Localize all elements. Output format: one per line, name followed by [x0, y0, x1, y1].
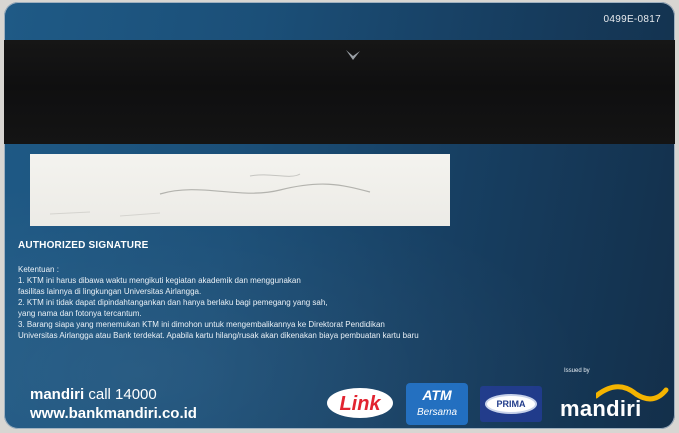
terms-line: 2. KTM ini tidak dapat dipindahtangankan… — [18, 298, 328, 307]
signature-panel — [30, 154, 450, 226]
atm-logo-top: ATM — [422, 387, 452, 403]
bank-call: call 14000 — [88, 386, 157, 403]
terms-line: Universitas Airlangga atau Bank terdekat… — [18, 331, 419, 340]
bank-call-line: mandiri call 14000 — [30, 386, 197, 403]
atm-logo-bottom: Bersama — [416, 407, 457, 418]
mandiri-logo-text: mandiri — [560, 396, 642, 421]
prima-network-logo: PRIMA — [480, 386, 542, 422]
bank-url: www.bankmandiri.co.id — [30, 405, 197, 422]
card-code: 0499E-0817 — [603, 14, 661, 25]
bank-contact: mandiri call 14000 www.bankmandiri.co.id — [30, 386, 197, 422]
prima-logo-text: PRIMA — [485, 394, 537, 414]
atm-bersama-logo: ATM Bersama — [406, 383, 468, 425]
terms-line: 3. Barang siapa yang menemukan KTM ini d… — [18, 320, 385, 329]
arrow-mark-icon — [346, 50, 360, 60]
terms-line: yang nama dan fotonya tercantum. — [18, 309, 142, 318]
authorized-signature-label: AUTHORIZED SIGNATURE — [18, 240, 149, 251]
terms-line: fasilitas lainnya di lingkungan Universi… — [18, 287, 202, 296]
link-logo-text: Link — [339, 393, 381, 415]
magnetic-stripe — [4, 40, 675, 144]
issued-by-label: Issued by — [564, 368, 590, 374]
link-network-logo: Link — [327, 388, 393, 418]
signature-scribble — [49, 173, 371, 217]
terms-block: Ketentuan : 1. KTM ini harus dibawa wakt… — [18, 264, 588, 341]
mandiri-logo: mandiri — [556, 382, 669, 426]
terms-line: 1. KTM ini harus dibawa waktu mengikuti … — [18, 276, 301, 285]
student-id-card-back: 0499E-0817 AUTHORIZED SIGNATURE Ketentua… — [4, 2, 675, 429]
terms-heading: Ketentuan : — [18, 265, 59, 274]
bank-brand: mandiri — [30, 386, 85, 403]
